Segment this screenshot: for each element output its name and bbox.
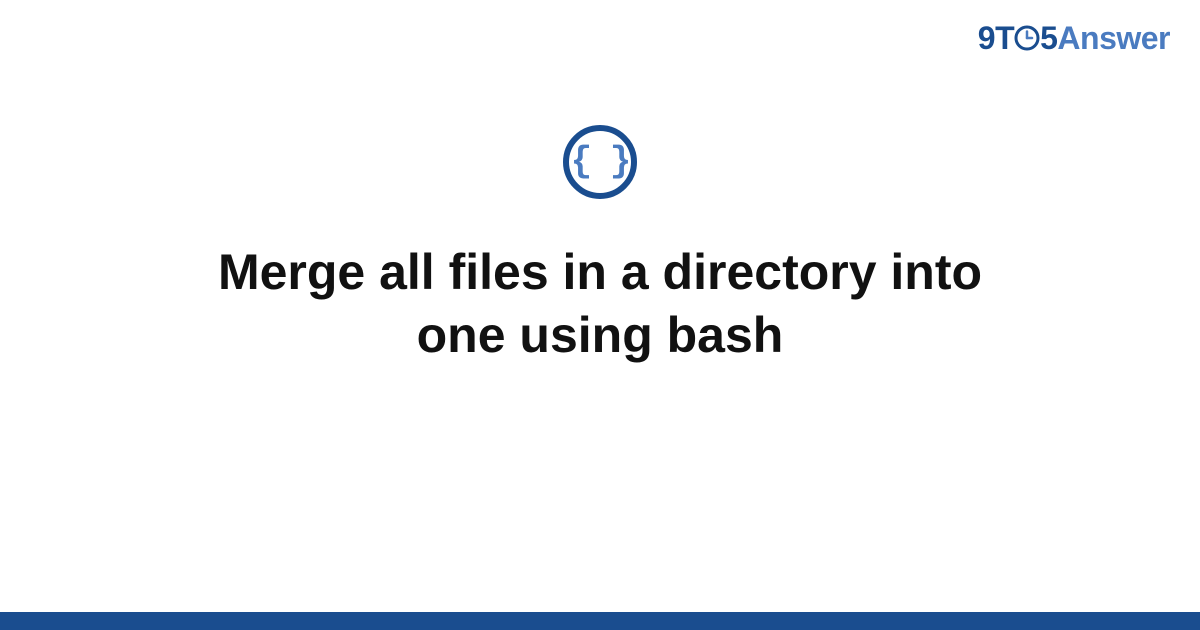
code-braces-icon: { } — [563, 125, 637, 199]
site-logo: 9T 5Answer — [978, 20, 1170, 57]
main-content: { } Merge all files in a directory into … — [0, 125, 1200, 366]
clock-icon — [1014, 25, 1040, 51]
logo-text-5: 5 — [1040, 20, 1057, 56]
braces-glyph: { } — [571, 144, 630, 180]
logo-text-answer: Answer — [1057, 20, 1170, 56]
footer-accent-bar — [0, 612, 1200, 630]
page-title: Merge all files in a directory into one … — [150, 241, 1050, 366]
logo-text-9t: 9T — [978, 20, 1014, 56]
